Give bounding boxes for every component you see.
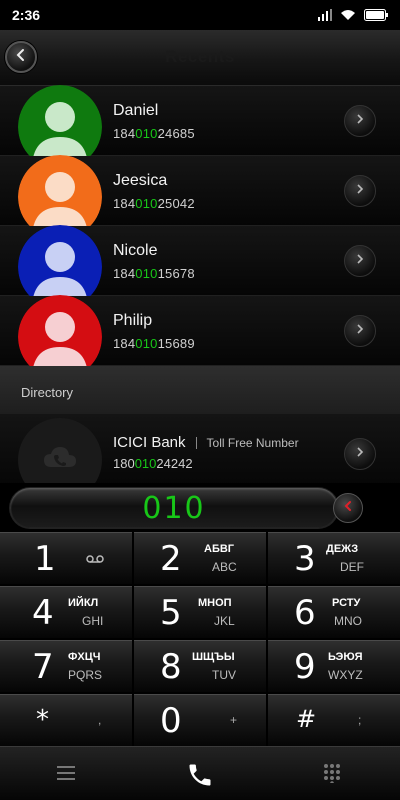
menu-button[interactable] [56,765,76,786]
contact-name: Nicole [113,242,158,259]
contact-number: 18401024685 [113,126,195,141]
key-digit: 7 [32,647,54,687]
chevron-right-icon [354,252,366,270]
call-button[interactable] [186,761,214,794]
key-letters-latin: MNO [334,614,362,628]
key-letters-latin: WXYZ [328,668,363,682]
key-letters-latin: TUV [212,668,236,682]
battery-icon [364,9,388,21]
directory-name: ICICI Bank [113,434,186,451]
key-letters-cyrillic: АБВГ [204,543,235,555]
key-4[interactable]: 4 ИЙКЛ GHI [0,586,132,638]
key-1[interactable]: 1 [0,532,132,584]
phone-icon [186,761,214,794]
contact-row-jeesica[interactable]: Jeesica 18401025042 [0,155,400,239]
dialpad-icon [322,763,342,788]
status-time: 2:36 [12,7,41,23]
chevron-right-icon [354,112,366,130]
key-sub-symbol: , [98,713,102,727]
key-letters-latin: GHI [82,614,104,628]
directory-number-label: Toll Free Number [206,435,299,450]
key-hash[interactable]: # ; [268,694,400,746]
contact-number: 18401015689 [113,336,195,351]
directory-number: 18001024242 [113,456,193,471]
cloud-phone-icon [43,445,77,476]
chevron-right-icon [354,445,366,463]
key-9[interactable]: 9 ЬЭЮЯ WXYZ [268,640,400,692]
directory-section-header: Directory [0,366,400,414]
voicemail-icon [86,551,104,569]
dial-area: 010 [0,483,400,533]
directory-name-wrap: ICICI Bank Toll Free Number [113,434,299,451]
backspace-icon [342,499,354,517]
keypad: 1 2 АБВГ ABC 3 ДЕЖЗ DEF 4 ИЙКЛ GHI 5 МНО… [0,532,400,746]
key-letters-latin: PQRS [68,668,103,682]
status-bar: 2:36 [0,0,400,30]
signal-icon [318,9,332,21]
key-digit: 0 [160,701,182,741]
menu-icon [56,765,76,786]
status-icons [318,9,388,21]
contact-detail-button[interactable] [344,245,376,277]
key-2[interactable]: 2 АБВГ ABC [134,532,266,584]
key-sub-symbol: + [230,713,238,727]
key-0[interactable]: 0 + [134,694,266,746]
key-letters-cyrillic: РСТУ [332,597,361,609]
page-title: Recents [165,47,235,66]
contact-name: Philip [113,312,153,329]
directory-detail-button[interactable] [344,438,376,470]
key-letters-cyrillic: ШЩЪЫ [192,651,235,663]
key-sub-symbol: ; [358,713,362,727]
dial-input[interactable]: 010 [10,488,338,528]
backspace-button[interactable] [333,493,363,523]
key-digit: 5 [160,593,182,633]
key-letters-cyrillic: ИЙКЛ [68,597,99,609]
contact-detail-button[interactable] [344,105,376,137]
contact-number: 18401025042 [113,196,195,211]
key-letters-cyrillic: ЬЭЮЯ [328,651,363,663]
key-6[interactable]: 6 РСТУ MNO [268,586,400,638]
contact-detail-button[interactable] [344,175,376,207]
key-star[interactable]: * , [0,694,132,746]
directory-row-icici[interactable]: ICICI Bank Toll Free Number 18001024242 [0,414,400,502]
chevron-right-icon [354,322,366,340]
key-7[interactable]: 7 ФХЦЧ PQRS [0,640,132,692]
key-5[interactable]: 5 МНОП JKL [134,586,266,638]
chevron-right-icon [354,182,366,200]
key-digit: * [36,705,49,735]
bottom-bar [0,746,400,800]
key-letters-latin: DEF [340,560,364,574]
key-digit: 3 [294,539,316,579]
key-digit: 2 [160,539,182,579]
keypad-toggle-button[interactable] [322,763,342,788]
key-digit: 4 [32,593,54,633]
key-letters-latin: JKL [214,614,235,628]
contact-name: Jeesica [113,172,168,189]
contact-row-daniel[interactable]: Daniel 18401024685 [0,85,400,169]
key-letters-cyrillic: МНОП [198,597,232,609]
header-bar: Recents [0,30,400,86]
contact-row-nicole[interactable]: Nicole 18401015678 [0,225,400,309]
key-letters-cyrillic: ДЕЖЗ [326,543,359,555]
section-label: Directory [21,385,74,400]
key-3[interactable]: 3 ДЕЖЗ DEF [268,532,400,584]
divider [195,436,197,449]
contact-number: 18401015678 [113,266,195,281]
key-letters-cyrillic: ФХЦЧ [68,651,101,663]
contact-detail-button[interactable] [344,315,376,347]
contact-row-philip[interactable]: Philip 18401015689 [0,295,400,379]
contact-name: Daniel [113,102,159,119]
key-8[interactable]: 8 ШЩЪЫ TUV [134,640,266,692]
key-digit: 6 [294,593,316,633]
key-letters-latin: ABC [212,560,237,574]
key-digit: 9 [294,647,316,687]
key-digit: # [296,705,317,733]
key-digit: 1 [34,539,56,579]
wifi-icon [340,9,356,21]
dial-input-value: 010 [142,490,206,526]
key-digit: 8 [160,647,182,687]
